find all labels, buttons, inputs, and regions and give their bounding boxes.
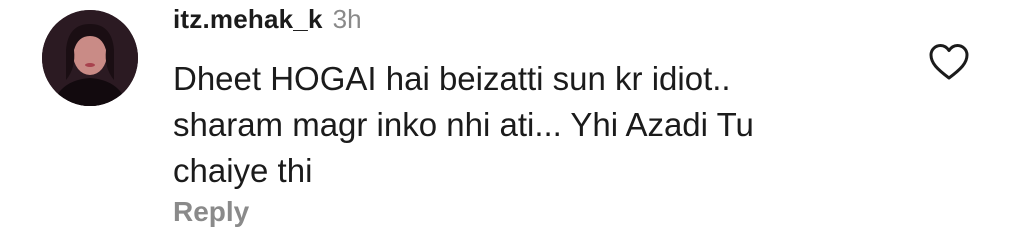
heart-outline-icon — [929, 44, 969, 80]
username[interactable]: itz.mehak_k — [173, 4, 323, 35]
avatar[interactable] — [42, 10, 138, 106]
comment-item: itz.mehak_k 3h Dheet HOGAI hai beizatti … — [0, 0, 1024, 247]
timestamp: 3h — [332, 4, 362, 34]
comment-text: Dheet HOGAI hai beizatti sun kr idiot.. … — [173, 60, 754, 189]
avatar-photo-icon — [42, 10, 138, 106]
reply-button[interactable]: Reply — [173, 196, 249, 228]
like-button[interactable] — [927, 42, 971, 82]
comment-header: itz.mehak_k 3h — [173, 4, 362, 40]
